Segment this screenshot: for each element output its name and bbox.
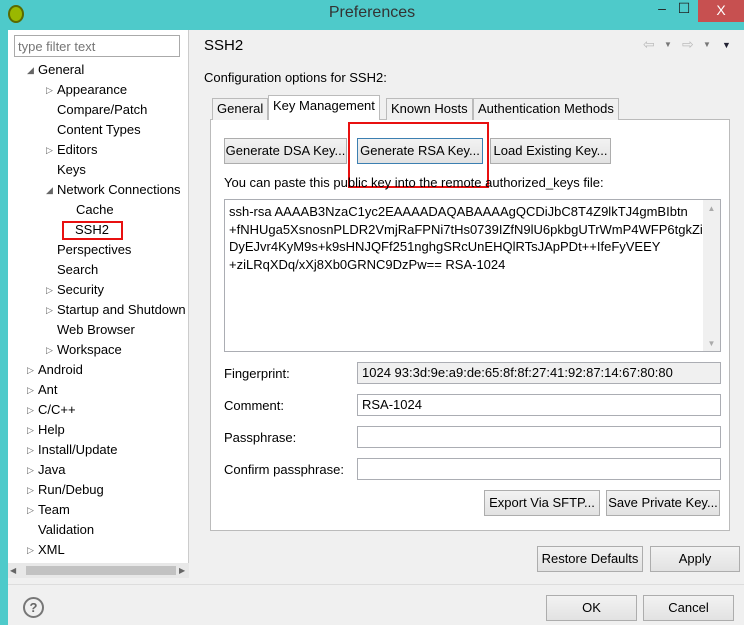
window-title: Preferences: [328, 4, 416, 21]
comment-label: Comment:: [224, 398, 284, 413]
tree-item[interactable]: C/C++: [38, 401, 76, 419]
collapsed-arrow-icon[interactable]: ▷: [27, 405, 34, 416]
tree-item[interactable]: XML: [38, 541, 65, 559]
expanded-arrow-icon[interactable]: ◢: [46, 185, 53, 196]
vertical-scrollbar[interactable]: ▲ ▼: [703, 200, 720, 351]
collapsed-arrow-icon[interactable]: ▷: [46, 85, 53, 96]
tree-item[interactable]: Validation: [38, 521, 94, 539]
collapsed-arrow-icon[interactable]: ▷: [27, 545, 34, 556]
collapsed-arrow-icon[interactable]: ▷: [46, 285, 53, 296]
back-menu-icon[interactable]: ▼: [664, 40, 672, 49]
scrollbar-thumb[interactable]: [26, 566, 176, 575]
tree-item[interactable]: Run/Debug: [38, 481, 104, 499]
scroll-down-icon[interactable]: ▼: [703, 339, 720, 348]
filter-input[interactable]: [14, 35, 180, 57]
collapsed-arrow-icon[interactable]: ▷: [27, 365, 34, 376]
collapsed-arrow-icon[interactable]: ▷: [27, 445, 34, 456]
tree-item[interactable]: Perspectives: [57, 241, 131, 259]
help-icon[interactable]: ?: [23, 597, 44, 618]
tab-key-management[interactable]: Key Management: [268, 95, 380, 120]
scroll-left-icon[interactable]: ◀: [10, 566, 16, 575]
forward-icon[interactable]: ⇨: [682, 36, 694, 53]
save-private-key-button[interactable]: Save Private Key...: [606, 490, 720, 516]
tree-item[interactable]: Security: [57, 281, 104, 299]
tree-item[interactable]: Network Connections: [57, 181, 181, 199]
collapsed-arrow-icon[interactable]: ▷: [27, 465, 34, 476]
ok-button[interactable]: OK: [546, 595, 637, 621]
tree-item[interactable]: Editors: [57, 141, 97, 159]
maximize-button[interactable]: ☐: [674, 0, 694, 22]
close-button[interactable]: X: [698, 0, 744, 22]
collapsed-arrow-icon[interactable]: ▷: [46, 305, 53, 316]
view-menu-icon[interactable]: ▼: [722, 40, 731, 50]
tree-item[interactable]: Web Browser: [57, 321, 135, 339]
tree-item[interactable]: Team: [38, 501, 70, 519]
public-key-textarea[interactable]: ssh-rsa AAAAB3NzaC1yc2EAAAADAQABAAAAgQCD…: [224, 199, 721, 352]
apply-button[interactable]: Apply: [650, 546, 740, 572]
generate-dsa-key-button[interactable]: Generate DSA Key...: [224, 138, 347, 164]
tree-item[interactable]: Appearance: [57, 81, 127, 99]
load-existing-key-button[interactable]: Load Existing Key...: [490, 138, 611, 164]
tree-item[interactable]: Cache: [76, 201, 114, 219]
tree-item[interactable]: Ant: [38, 381, 58, 399]
tree-item[interactable]: Java: [38, 461, 65, 479]
collapsed-arrow-icon[interactable]: ▷: [27, 485, 34, 496]
confirm-passphrase-label: Confirm passphrase:: [224, 462, 344, 477]
page-title: SSH2: [204, 37, 244, 54]
restore-defaults-button[interactable]: Restore Defaults: [537, 546, 643, 572]
highlight-ssh2: [62, 221, 123, 240]
tab-known-hosts[interactable]: Known Hosts: [386, 98, 473, 120]
collapsed-arrow-icon[interactable]: ▷: [27, 505, 34, 516]
collapsed-arrow-icon[interactable]: ▷: [27, 385, 34, 396]
tree-item[interactable]: Compare/Patch: [57, 101, 147, 119]
tab-authentication-methods[interactable]: Authentication Methods: [473, 98, 619, 120]
comment-field[interactable]: RSA-1024: [357, 394, 721, 416]
tree-item[interactable]: Help: [38, 421, 65, 439]
tab-general[interactable]: General: [212, 98, 269, 120]
tree-item[interactable]: Keys: [57, 161, 86, 179]
cancel-button[interactable]: Cancel: [643, 595, 734, 621]
fingerprint-label: Fingerprint:: [224, 366, 290, 381]
tree-item[interactable]: Install/Update: [38, 441, 118, 459]
fingerprint-field: 1024 93:3d:9e:a9:de:65:8f:8f:27:41:92:87…: [357, 362, 721, 384]
back-icon[interactable]: ⇦: [643, 36, 655, 53]
collapsed-arrow-icon[interactable]: ▷: [46, 145, 53, 156]
export-via-sftp-button[interactable]: Export Via SFTP...: [484, 490, 600, 516]
page-description: Configuration options for SSH2:: [204, 70, 387, 85]
tree-item[interactable]: Search: [57, 261, 98, 279]
tree-item[interactable]: Content Types: [57, 121, 141, 139]
passphrase-label: Passphrase:: [224, 430, 297, 445]
tree-item[interactable]: Startup and Shutdown: [57, 301, 186, 319]
paste-hint: You can paste this public key into the r…: [224, 175, 604, 190]
scroll-up-icon[interactable]: ▲: [703, 204, 720, 213]
tree-item[interactable]: General: [38, 61, 84, 79]
confirm-passphrase-field[interactable]: [357, 458, 721, 480]
collapsed-arrow-icon[interactable]: ▷: [46, 345, 53, 356]
passphrase-field[interactable]: [357, 426, 721, 448]
collapsed-arrow-icon[interactable]: ▷: [27, 425, 34, 436]
expanded-arrow-icon[interactable]: ◢: [27, 65, 34, 76]
public-key-text: ssh-rsa AAAAB3NzaC1yc2EAAAADAQABAAAAgQCD…: [229, 204, 711, 272]
divider: [8, 584, 744, 585]
tree-item[interactable]: Workspace: [57, 341, 122, 359]
tree-item[interactable]: Android: [38, 361, 83, 379]
forward-menu-icon[interactable]: ▼: [703, 40, 711, 49]
minimize-button[interactable]: –: [652, 0, 672, 22]
scroll-right-icon[interactable]: ▶: [179, 566, 185, 575]
